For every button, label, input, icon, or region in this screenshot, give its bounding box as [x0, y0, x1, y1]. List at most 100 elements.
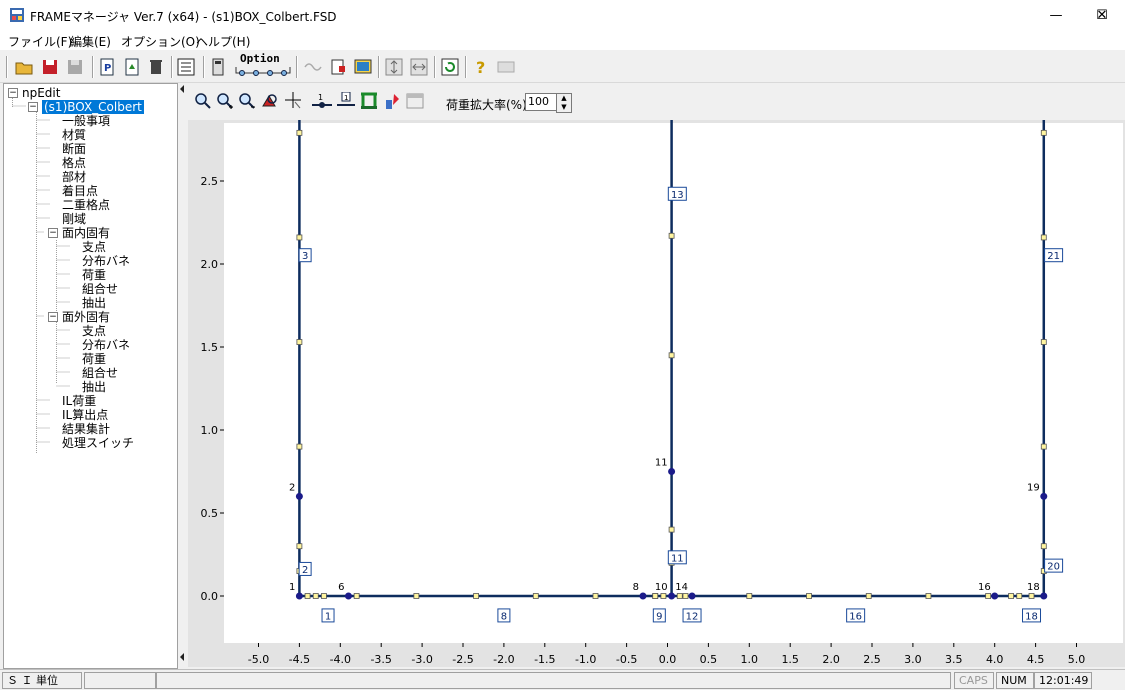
- x-tick-label: 3.5: [945, 653, 963, 666]
- x-tick-label: 1.5: [781, 653, 799, 666]
- minimize-button[interactable]: —: [1033, 0, 1079, 30]
- menu-file[interactable]: ファイル(F): [8, 33, 72, 50]
- tree-item-material[interactable]: 材質: [62, 128, 86, 142]
- collapse-root-icon[interactable]: −: [8, 88, 18, 98]
- node-label: 6: [338, 582, 344, 593]
- node-dot[interactable]: [668, 468, 676, 475]
- menu-help[interactable]: ヘルプ(H): [196, 33, 250, 50]
- tree-item-node[interactable]: 格点: [62, 156, 86, 170]
- menu-options[interactable]: オプション(O): [121, 33, 200, 50]
- picture-icon[interactable]: [353, 57, 373, 77]
- zoom-out-icon[interactable]: [238, 92, 256, 110]
- node-dot[interactable]: [991, 592, 999, 600]
- node-dot[interactable]: [688, 592, 696, 600]
- page-arrow-icon[interactable]: [122, 57, 142, 77]
- card-disabled-icon[interactable]: [496, 57, 516, 77]
- open-folder-icon[interactable]: [14, 57, 34, 77]
- x-tick-label: 0.0: [659, 653, 677, 666]
- tree-item-outplane-spring[interactable]: 分布バネ: [82, 338, 130, 352]
- tree-item-outplane-load[interactable]: 荷重: [82, 352, 106, 366]
- tree-item-inplane-load[interactable]: 荷重: [82, 268, 106, 282]
- collapse-project-icon[interactable]: −: [28, 102, 38, 112]
- collapse-outplane-icon[interactable]: −: [48, 312, 58, 322]
- node-label: 1: [289, 582, 295, 593]
- tree-item-general[interactable]: 一般事項: [62, 114, 110, 128]
- calculator-icon[interactable]: [208, 57, 228, 77]
- load-scale-label: 荷重拡大率(%): [446, 98, 527, 112]
- tree-item-outplane[interactable]: 面外固有: [62, 310, 110, 324]
- frame-view[interactable]: -5.0 -4.5 -4.0 -3.5 -3.0 -2.5 -2.0 -1.5 -1.0 -0.5…: [188, 120, 1125, 667]
- intermediate-point: [532, 593, 539, 599]
- splitter[interactable]: [178, 83, 184, 667]
- intermediate-point: [746, 593, 753, 599]
- tree-item-il-load[interactable]: IL荷重: [62, 394, 96, 408]
- menu-edit[interactable]: 編集(E): [70, 33, 111, 50]
- zoom-in-icon[interactable]: [216, 92, 234, 110]
- x-tick-label: 1.0: [741, 653, 759, 666]
- tree-item-focus-point[interactable]: 着目点: [62, 184, 98, 198]
- help-icon[interactable]: ?: [471, 57, 491, 77]
- node-dot[interactable]: [668, 592, 676, 600]
- load-scale-spinner[interactable]: ▲ ▼: [556, 93, 572, 113]
- frame-plot[interactable]: -5.0 -4.5 -4.0 -3.5 -3.0 -2.5 -2.0 -1.5 -1.0 -0.5…: [188, 120, 1125, 667]
- tree-layout-icon[interactable]: [176, 57, 196, 77]
- window-disabled-icon[interactable]: [405, 92, 425, 110]
- tree-item-inplane-support[interactable]: 支点: [82, 240, 106, 254]
- node-dot[interactable]: [1040, 592, 1048, 600]
- close-button[interactable]: ✕: [1079, 0, 1125, 30]
- tree-item-outplane-extract[interactable]: 抽出: [82, 380, 106, 394]
- node-dot[interactable]: [344, 592, 352, 600]
- node-dot[interactable]: [639, 592, 647, 600]
- tree-root[interactable]: npEdit: [22, 86, 60, 100]
- node-number-icon[interactable]: 1: [310, 92, 334, 110]
- tree-item-outplane-support[interactable]: 支点: [82, 324, 106, 338]
- x-tick-label: 2.0: [822, 653, 840, 666]
- tree-item-rigid-zone[interactable]: 剛域: [62, 212, 86, 226]
- zoom-area-icon[interactable]: [261, 92, 279, 110]
- member-label: 13: [671, 190, 684, 201]
- node-dot[interactable]: [295, 592, 303, 600]
- node-dot[interactable]: [1040, 492, 1048, 500]
- report-icon[interactable]: [328, 57, 348, 77]
- tree-item-inplane-spring[interactable]: 分布バネ: [82, 254, 130, 268]
- tree-item-member[interactable]: 部材: [62, 170, 86, 184]
- page-p-icon[interactable]: P: [97, 57, 117, 77]
- tree-project[interactable]: (s1)BOX_Colbert: [42, 100, 144, 114]
- intermediate-point: [668, 352, 675, 359]
- node-dot[interactable]: [295, 492, 303, 500]
- x-tick-label: 4.0: [986, 653, 1004, 666]
- save-disabled-icon[interactable]: [65, 57, 85, 77]
- num-indicator: NUM: [996, 672, 1034, 689]
- option-button[interactable]: Option: [232, 50, 292, 82]
- x-tick-label: -1.0: [575, 653, 596, 666]
- load-scale-input[interactable]: 100: [525, 93, 559, 111]
- y-tick-label: 1.0: [201, 424, 219, 437]
- tree-item-inplane[interactable]: 面内固有: [62, 226, 110, 240]
- tree-item-double-node[interactable]: 二重格点: [62, 198, 110, 212]
- member-number-icon[interactable]: 1: [336, 92, 356, 110]
- intermediate-point: [592, 593, 599, 599]
- tree-item-inplane-combination[interactable]: 組合せ: [82, 282, 118, 296]
- zoom-fit-icon[interactable]: [194, 92, 212, 110]
- wave-disabled-icon[interactable]: [303, 57, 323, 77]
- tree-item-il-point[interactable]: IL算出点: [62, 408, 108, 422]
- tree-item-section[interactable]: 断面: [62, 142, 86, 156]
- refresh-icon[interactable]: [440, 57, 460, 77]
- trash-icon[interactable]: [146, 57, 166, 77]
- paint-brush-icon[interactable]: [382, 92, 402, 110]
- member-label: 9: [656, 611, 662, 622]
- expand-vertical-icon[interactable]: [384, 57, 404, 77]
- empty-panel-1: [84, 672, 156, 689]
- y-tick-label: 2.0: [201, 258, 219, 271]
- save-red-icon[interactable]: [40, 57, 60, 77]
- tree-item-inplane-extract[interactable]: 抽出: [82, 296, 106, 310]
- support-icon[interactable]: [359, 92, 379, 110]
- view-toolbar: 1 1: [186, 86, 1125, 116]
- collapse-inplane-icon[interactable]: −: [48, 228, 58, 238]
- tree-item-summary[interactable]: 結果集計: [62, 422, 110, 436]
- tree-item-outplane-combination[interactable]: 組合せ: [82, 366, 118, 380]
- crosshair-cursor-icon[interactable]: [284, 92, 302, 110]
- expand-horizontal-icon[interactable]: [409, 57, 429, 77]
- node-label: 8: [633, 582, 639, 593]
- tree-item-process-switch[interactable]: 処理スイッチ: [62, 436, 134, 450]
